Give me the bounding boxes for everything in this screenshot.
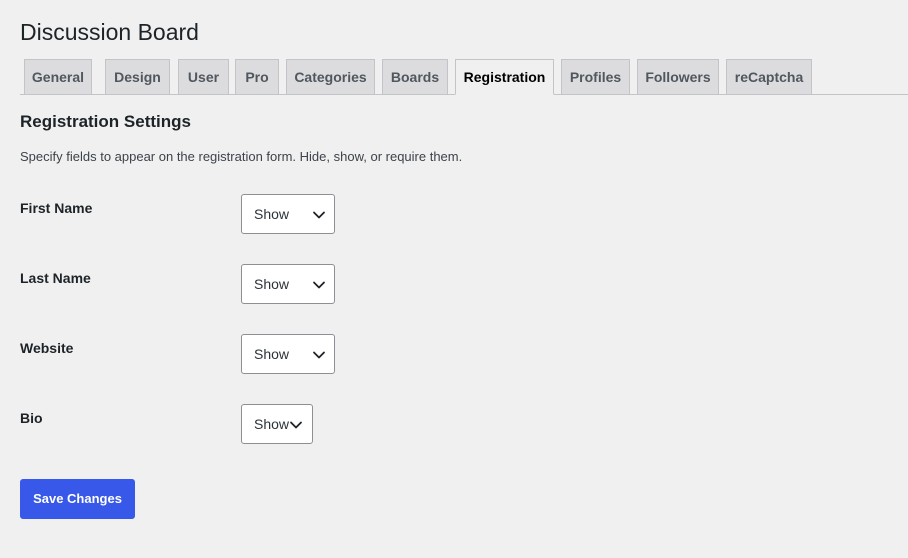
section-description: Specify fields to appear on the registra…	[20, 149, 463, 164]
tab-registration[interactable]: Registration	[455, 59, 554, 95]
settings-tabs: General Design User Pro Categories Board…	[20, 58, 908, 95]
first-name-select-value: Show	[254, 206, 290, 222]
chevron-down-icon	[313, 351, 325, 359]
tab-design[interactable]: Design	[105, 59, 170, 94]
bio-select-value: Show	[254, 416, 290, 432]
settings-page: Discussion Board General Design User Pro…	[0, 0, 908, 558]
chevron-down-icon	[313, 281, 325, 289]
tab-pro[interactable]: Pro	[235, 59, 279, 94]
last-name-select[interactable]: Show	[241, 264, 335, 304]
bio-select[interactable]: Show	[241, 404, 313, 444]
tab-profiles[interactable]: Profiles	[561, 59, 630, 94]
tab-followers[interactable]: Followers	[637, 59, 719, 94]
website-select[interactable]: Show	[241, 334, 335, 374]
chevron-down-icon	[313, 211, 325, 219]
website-select-value: Show	[254, 346, 290, 362]
last-name-label: Last Name	[20, 270, 91, 286]
website-label: Website	[20, 340, 74, 356]
tab-general[interactable]: General	[24, 59, 92, 94]
first-name-label: First Name	[20, 200, 93, 216]
tab-user[interactable]: User	[178, 59, 229, 94]
bio-label: Bio	[20, 410, 43, 426]
first-name-select[interactable]: Show	[241, 194, 335, 234]
save-changes-button[interactable]: Save Changes	[20, 479, 135, 519]
last-name-select-value: Show	[254, 276, 290, 292]
tab-boards[interactable]: Boards	[382, 59, 448, 94]
section-title: Registration Settings	[20, 112, 191, 131]
chevron-down-icon	[290, 421, 302, 429]
tab-categories[interactable]: Categories	[286, 59, 375, 94]
tab-recaptcha[interactable]: reCaptcha	[726, 59, 812, 94]
page-title: Discussion Board	[20, 19, 199, 45]
